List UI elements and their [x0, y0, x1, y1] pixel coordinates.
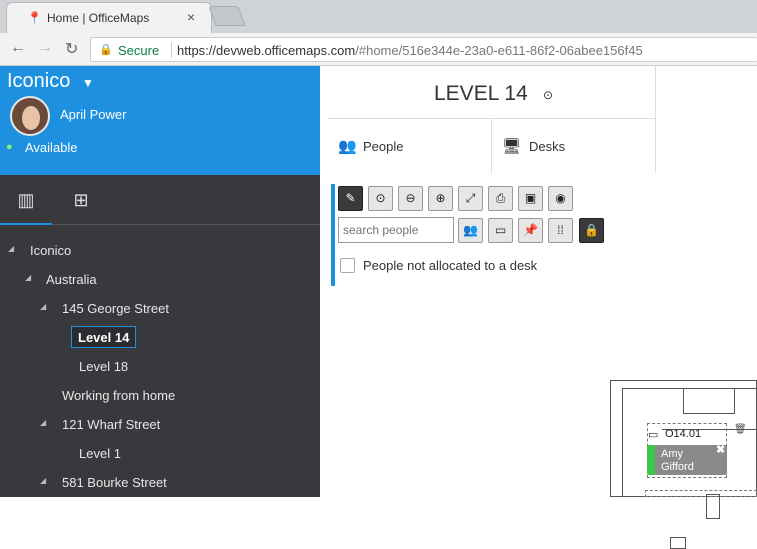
- tab-people[interactable]: 👥 People: [328, 118, 492, 173]
- print-icon: ⎙: [495, 191, 506, 205]
- close-icon[interactable]: ✖: [716, 443, 725, 456]
- level-header: LEVEL 14 ⊙: [328, 66, 656, 118]
- url-base: https://devweb.officemaps.com: [177, 43, 356, 58]
- person-card[interactable]: Amy Gifford: [647, 445, 727, 475]
- tree-item[interactable]: 145 George Street: [62, 298, 169, 320]
- secure-label: Secure: [118, 43, 160, 58]
- forward-icon[interactable]: →: [37, 39, 53, 57]
- pencil-icon: ✎: [345, 191, 356, 205]
- avatar[interactable]: [10, 96, 50, 136]
- tree-item[interactable]: 121 Wharf Street: [62, 414, 160, 436]
- tree-item[interactable]: Level 1: [79, 443, 121, 465]
- plan-room: [683, 388, 735, 414]
- center-button[interactable]: ⊙: [368, 186, 393, 211]
- lock-icon: 🔒: [584, 223, 599, 237]
- image-icon: ▣: [524, 191, 537, 205]
- image-button[interactable]: ▣: [518, 186, 543, 211]
- chevron-down-icon[interactable]: ▼: [82, 76, 94, 90]
- expand-icon: ⤢: [465, 191, 476, 205]
- reload-icon[interactable]: ↻: [65, 39, 78, 59]
- tree-item[interactable]: Australia: [46, 269, 97, 291]
- plan-desk-group: [645, 490, 757, 497]
- search-people-input[interactable]: [338, 217, 454, 243]
- target-icon: ⊙: [375, 191, 386, 205]
- grid-button[interactable]: ⁞⁞: [548, 218, 573, 243]
- user-status[interactable]: Available: [25, 140, 78, 155]
- divider: [171, 42, 172, 58]
- map-icon: ▥: [17, 190, 35, 210]
- url-text[interactable]: https://devweb.officemaps.com/#home/516e…: [177, 43, 643, 58]
- monitor-icon: ▭: [494, 223, 507, 237]
- zoom-out-icon: ⊖: [405, 191, 416, 205]
- new-tab-button[interactable]: [208, 6, 246, 26]
- monitor-icon: 🖥: [502, 138, 522, 155]
- sidebar-tabs: ▥ ⊞: [0, 175, 320, 225]
- plan-chair: [670, 537, 686, 549]
- tree-arrow-icon[interactable]: ◢: [40, 418, 46, 427]
- user-circle-icon: ◉: [555, 191, 566, 205]
- org-chart-icon: ⊞: [73, 190, 89, 210]
- tree-item[interactable]: Working from home: [62, 385, 175, 407]
- tree-item[interactable]: Iconico: [30, 240, 71, 262]
- tree-arrow-icon[interactable]: ◢: [40, 302, 46, 311]
- close-tab-icon[interactable]: ×: [187, 9, 195, 25]
- desk-filter-button[interactable]: ▭: [488, 218, 513, 243]
- print-button[interactable]: ⎙: [488, 186, 513, 211]
- tab-label: Desks: [529, 139, 566, 154]
- pin-icon: 📌: [523, 223, 538, 237]
- tree-item[interactable]: 581 Bourke Street: [62, 472, 167, 494]
- tree-arrow-icon[interactable]: ◢: [8, 244, 14, 253]
- person-last-name: Gifford: [661, 461, 694, 473]
- lock-icon: 🔒: [99, 44, 113, 56]
- expand-button[interactable]: ⤢: [458, 186, 483, 211]
- desk-id[interactable]: O14.01: [665, 428, 701, 440]
- org-name[interactable]: Iconico: [7, 70, 70, 93]
- trash-icon[interactable]: 🗑: [734, 424, 747, 435]
- map-tab[interactable]: ▥: [0, 175, 52, 225]
- user-name[interactable]: April Power: [60, 107, 126, 122]
- tree-arrow-icon[interactable]: ◢: [40, 476, 46, 485]
- tree-item-selected[interactable]: Level 14: [71, 326, 137, 348]
- main-panel: LEVEL 14 ⊙ 👥 People 🖥 Desks ✎ ⊙ ⊖ ⊕ ⤢ ⎙ …: [320, 66, 757, 549]
- target-icon[interactable]: ⊙: [543, 88, 553, 102]
- map-pin-icon: 📍: [27, 11, 42, 25]
- edit-button[interactable]: ✎: [338, 186, 363, 211]
- monitor-icon: ▭: [648, 429, 659, 441]
- zoom-in-button[interactable]: ⊕: [428, 186, 453, 211]
- level-title: LEVEL 14: [434, 82, 528, 105]
- sidebar: Iconico ▼ April Power ● Available ▥ ⊞ ◢ …: [0, 66, 320, 497]
- sidebar-header: Iconico ▼ April Power ● Available: [0, 66, 320, 175]
- url-path: /#home/516e344e-23a0-e611-86f2-06abee156…: [355, 43, 643, 58]
- grid-icon: ⁞⁞: [557, 223, 564, 237]
- tools-accent: [331, 184, 335, 286]
- tree-arrow-icon[interactable]: ◢: [25, 273, 31, 282]
- person-button[interactable]: ◉: [548, 186, 573, 211]
- people-icon: 👥: [338, 138, 357, 155]
- tab-desks[interactable]: 🖥 Desks: [492, 118, 656, 173]
- plan-chair: [706, 494, 720, 519]
- browser-tab[interactable]: 📍 Home | OfficeMaps ×: [6, 2, 212, 33]
- browser-tabbar: 📍 Home | OfficeMaps ×: [0, 0, 757, 33]
- unallocated-checkbox[interactable]: [340, 258, 355, 273]
- zoom-in-icon: ⊕: [435, 191, 446, 205]
- tab-label: People: [363, 139, 404, 154]
- pin-button[interactable]: 📌: [518, 218, 543, 243]
- back-icon[interactable]: ←: [10, 39, 26, 57]
- unallocated-label: People not allocated to a desk: [363, 258, 538, 273]
- person-status-icon: ●: [6, 141, 13, 153]
- zoom-out-button[interactable]: ⊖: [398, 186, 423, 211]
- org-chart-tab[interactable]: ⊞: [55, 175, 107, 225]
- address-bar[interactable]: 🔒 Secure https://devweb.officemaps.com/#…: [90, 37, 757, 62]
- tree-item[interactable]: Level 18: [79, 356, 128, 378]
- people-filter-button[interactable]: 👥: [458, 218, 483, 243]
- people-icon: 👥: [463, 223, 478, 237]
- tab-title: Home | OfficeMaps: [47, 11, 150, 25]
- lock-button[interactable]: 🔒: [579, 218, 604, 243]
- browser-toolbar: ← → ↻ 🔒 Secure https://devweb.officemaps…: [0, 33, 757, 66]
